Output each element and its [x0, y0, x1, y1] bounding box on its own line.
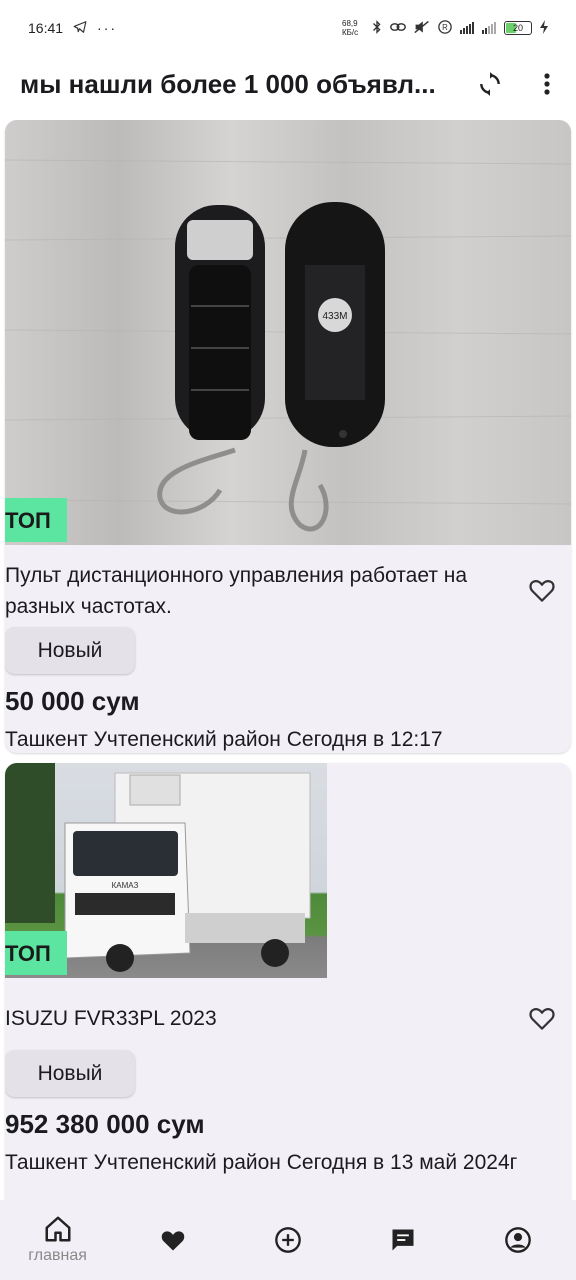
condition-chip[interactable]: Новый	[5, 1050, 135, 1097]
listing-feed[interactable]: 433M ТОП Пульт дистанционного управления…	[0, 120, 576, 1200]
battery-level: 20	[512, 23, 523, 33]
bluetooth-icon	[372, 19, 382, 37]
nav-home-label: главная	[28, 1247, 87, 1264]
mute-icon	[414, 20, 430, 37]
truck-brand-label: КАМАЗ	[112, 881, 139, 890]
listing-card[interactable]: КАМАЗ ТОП ISUZU FVR33PL 2023 Новый 952 3…	[5, 763, 571, 1200]
refresh-button[interactable]	[470, 64, 510, 104]
nav-home[interactable]: главная	[8, 1200, 108, 1280]
top-badge: ТОП	[5, 498, 67, 542]
condition-chip[interactable]: Новый	[5, 627, 135, 674]
favorite-button[interactable]	[527, 575, 557, 605]
listing-title[interactable]: Пульт дистанционного управления работает…	[5, 560, 505, 622]
status-time: 16:41	[28, 20, 64, 36]
listing-image[interactable]: 433M ТОП	[5, 120, 571, 545]
heart-outline-icon	[529, 1008, 555, 1030]
heart-outline-icon	[529, 580, 555, 602]
nav-add-listing[interactable]	[238, 1200, 338, 1280]
registered-icon: R	[438, 19, 452, 37]
app-bar: мы нашли более 1 000 объявл...	[0, 56, 576, 112]
nav-profile[interactable]	[468, 1200, 568, 1280]
more-vert-icon	[544, 73, 550, 95]
link-icon	[390, 21, 406, 36]
telegram-icon	[73, 20, 87, 37]
more-options-button[interactable]	[527, 64, 567, 104]
listing-title[interactable]: ISUZU FVR33PL 2023	[5, 1003, 505, 1034]
key-fob-label: 433M	[322, 311, 347, 322]
charging-icon	[540, 19, 548, 37]
battery-icon: 20	[504, 21, 532, 35]
listing-location: Ташкент Учтепенский район Сегодня в 13 м…	[5, 1151, 518, 1174]
refresh-icon	[480, 72, 500, 96]
svg-text:R: R	[442, 23, 448, 32]
listing-location: Ташкент Учтепенский район Сегодня в 12:1…	[5, 728, 443, 751]
heart-icon	[161, 1231, 185, 1251]
chat-icon	[392, 1229, 414, 1251]
page-title: мы нашли более 1 000 объявл...	[20, 68, 436, 99]
listing-card[interactable]: 433M ТОП Пульт дистанционного управления…	[5, 120, 571, 753]
listing-image[interactable]: КАМАЗ ТОП	[5, 763, 327, 978]
add-circle-icon	[275, 1227, 301, 1253]
listing-price: 50 000 сум	[5, 686, 140, 716]
signal-4g-icon	[482, 22, 496, 34]
top-badge: ТОП	[5, 931, 67, 975]
nav-favorites[interactable]	[123, 1200, 223, 1280]
net-speed: 68,9 КБ/с	[342, 19, 359, 37]
more-notifications-icon: ···	[97, 20, 118, 36]
nav-messages[interactable]	[353, 1200, 453, 1280]
home-icon	[45, 1216, 71, 1242]
favorite-button[interactable]	[527, 1003, 557, 1033]
listing-price: 952 380 000 сум	[5, 1109, 205, 1139]
bottom-navigation: главная	[0, 1200, 576, 1280]
signal-icon	[460, 22, 474, 34]
key-fob-image: 433M	[5, 159, 571, 532]
status-bar: 16:41 ··· 68,9 КБ/с R 20	[0, 0, 576, 56]
account-circle-icon	[505, 1227, 532, 1253]
